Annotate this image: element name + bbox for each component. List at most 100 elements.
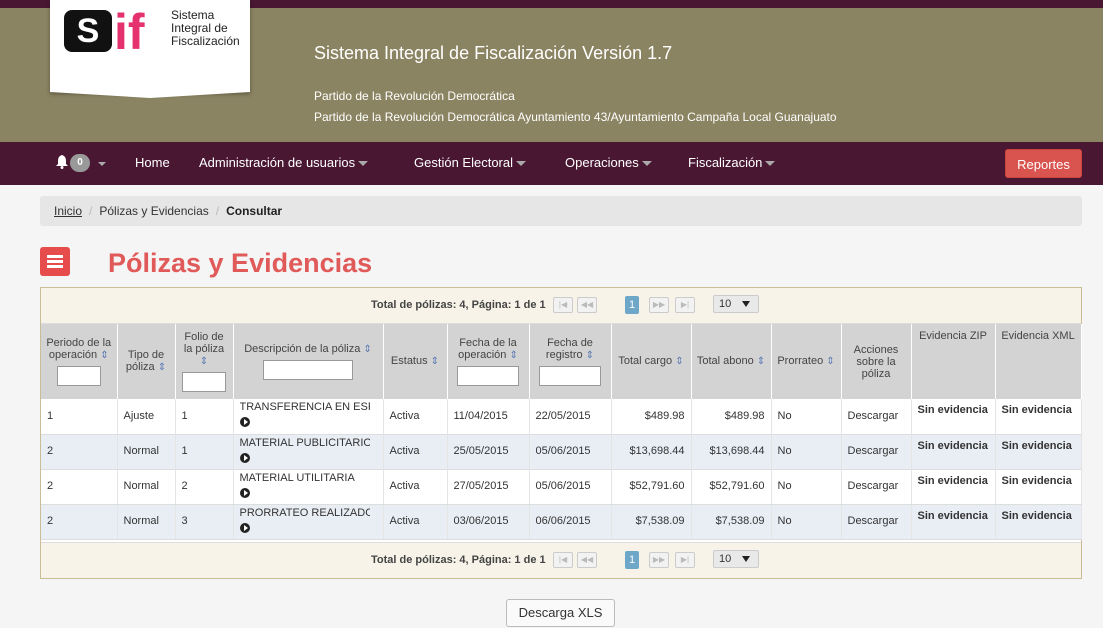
- cell-descripcion: MATERIAL PUBLICITARIO: [233, 434, 384, 470]
- cell-total-abono: $13,698.44: [691, 434, 772, 470]
- logo-card[interactable]: S if Sistema Integral de Fiscalización: [50, 0, 250, 98]
- play-circle-icon[interactable]: [239, 417, 250, 428]
- first-page-button[interactable]: |◀: [553, 552, 573, 568]
- nav-home[interactable]: Home: [135, 155, 170, 171]
- cell-tipo: Normal: [117, 434, 176, 470]
- play-circle-icon[interactable]: [239, 452, 250, 463]
- party-name: Partido de la Revolución Democrática: [314, 89, 515, 103]
- col-folio[interactable]: Folio de la póliza ⇕: [175, 324, 234, 399]
- nav-gestion-electoral[interactable]: Gestión Electoral: [414, 155, 526, 171]
- sort-icon[interactable]: ⇕: [200, 356, 208, 367]
- prev-page-button[interactable]: ◀◀: [577, 297, 597, 313]
- cell-estatus: Activa: [383, 504, 448, 540]
- current-page-button[interactable]: 1: [625, 551, 639, 569]
- cell-folio: 3: [175, 504, 234, 540]
- table-row[interactable]: 2 Normal 3 PRORRATEO REALIZADO PO Activa…: [41, 504, 1082, 540]
- pager-info: Total de pólizas: 4, Página: 1 de 1: [371, 299, 546, 311]
- col-total-cargo[interactable]: Total cargo ⇕: [611, 324, 692, 399]
- nav-fiscalizacion[interactable]: Fiscalización: [688, 155, 776, 171]
- descargar-link[interactable]: Descargar: [841, 469, 912, 505]
- main-navbar: 0 Home Administración de usuarios Gestió…: [0, 142, 1103, 185]
- col-descripcion[interactable]: Descripción de la póliza ⇕: [233, 324, 384, 399]
- filter-folio-input[interactable]: [182, 372, 226, 392]
- prev-page-button[interactable]: ◀◀: [577, 552, 597, 568]
- sort-icon[interactable]: ⇕: [510, 350, 518, 361]
- last-page-button[interactable]: ▶|: [675, 297, 695, 313]
- filter-periodo-input[interactable]: [56, 366, 101, 386]
- pager-info: Total de pólizas: 4, Página: 1 de 1: [371, 554, 546, 566]
- party-context: Partido de la Revolución Democrática Ayu…: [314, 110, 837, 124]
- logo-if-icon: if: [114, 4, 145, 60]
- nav-operaciones[interactable]: Operaciones: [565, 155, 652, 171]
- sort-icon[interactable]: ⇕: [675, 356, 683, 367]
- breadcrumb-section: Pólizas y Evidencias: [99, 204, 209, 218]
- descargar-link[interactable]: Descargar: [841, 399, 912, 435]
- cell-evidencia-xml: Sin evidencia: [995, 469, 1082, 505]
- last-page-button[interactable]: ▶|: [675, 552, 695, 568]
- breadcrumb-inicio-link[interactable]: Inicio: [54, 204, 82, 218]
- page-size-value: 10: [719, 553, 732, 565]
- system-title: Sistema Integral de Fiscalización Versió…: [314, 43, 673, 63]
- cell-descripcion: PRORRATEO REALIZADO PO: [233, 504, 384, 540]
- sort-icon[interactable]: ⇕: [826, 356, 834, 367]
- bell-icon[interactable]: [56, 155, 68, 169]
- cell-periodo: 2: [41, 434, 118, 470]
- table-row[interactable]: 2 Normal 2 MATERIAL UTILITARIA Activa 27…: [41, 469, 1082, 505]
- cell-evidencia-xml: Sin evidencia: [995, 504, 1082, 540]
- chevron-down-icon[interactable]: [98, 162, 106, 166]
- table-row[interactable]: 2 Normal 1 MATERIAL PUBLICITARIO Activa …: [41, 434, 1082, 470]
- next-page-button[interactable]: ▶▶: [649, 297, 669, 313]
- sort-icon[interactable]: ⇕: [757, 356, 765, 367]
- play-circle-icon[interactable]: [239, 522, 250, 533]
- cell-evidencia-xml: Sin evidencia: [995, 434, 1082, 470]
- page-size-select[interactable]: 10: [713, 295, 759, 313]
- col-prorrateo[interactable]: Prorrateo ⇕: [771, 324, 842, 399]
- col-total-abono[interactable]: Total abono ⇕: [691, 324, 772, 399]
- cell-folio: 1: [175, 434, 234, 470]
- col-evidencia-zip: Evidencia ZIP: [911, 324, 996, 399]
- first-page-button[interactable]: |◀: [553, 297, 573, 313]
- col-fecha-operacion-label: Fecha de la operación: [458, 337, 517, 361]
- chevron-down-icon: [641, 161, 652, 167]
- sort-icon[interactable]: ⇕: [158, 362, 166, 373]
- table-header-row: Periodo de la operación ⇕ Tipo de póliza…: [41, 324, 1082, 399]
- cell-estatus: Activa: [383, 399, 448, 435]
- col-acciones-label: Acciones sobre la póliza: [853, 343, 899, 380]
- page-size-value: 10: [719, 298, 732, 310]
- chevron-down-icon: [742, 301, 750, 307]
- cell-evidencia-zip: Sin evidencia: [911, 434, 996, 470]
- col-estatus[interactable]: Estatus ⇕: [383, 324, 448, 399]
- page-size-select[interactable]: 10: [713, 550, 759, 568]
- col-fecha-registro[interactable]: Fecha de registro ⇕: [529, 324, 612, 399]
- col-tipo[interactable]: Tipo de póliza ⇕: [117, 324, 176, 399]
- filter-fecha-registro-input[interactable]: [539, 366, 601, 386]
- notification-badge[interactable]: 0: [70, 154, 90, 172]
- logo-mark-icon: S: [64, 10, 112, 52]
- col-fecha-operacion[interactable]: Fecha de la operación ⇕: [447, 324, 530, 399]
- cell-descripcion: TRANSFERENCIA EN ESPECIE: [233, 399, 384, 435]
- nav-admin-usuarios[interactable]: Administración de usuarios: [199, 155, 369, 171]
- cell-prorrateo: No: [771, 469, 842, 505]
- play-circle-icon[interactable]: [239, 487, 250, 498]
- chevron-down-icon: [742, 556, 750, 562]
- next-page-button[interactable]: ▶▶: [649, 552, 669, 568]
- reportes-button[interactable]: Reportes: [1005, 149, 1082, 178]
- cell-tipo: Ajuste: [117, 399, 176, 435]
- sort-icon[interactable]: ⇕: [100, 350, 108, 361]
- cell-estatus: Activa: [383, 469, 448, 505]
- filter-fecha-operacion-input[interactable]: [457, 366, 519, 386]
- filter-descripcion-input[interactable]: [263, 360, 353, 380]
- download-xls-button[interactable]: Descarga XLS: [506, 599, 615, 627]
- col-periodo[interactable]: Periodo de la operación ⇕: [41, 324, 118, 399]
- table-row[interactable]: 1 Ajuste 1 TRANSFERENCIA EN ESPECIE Acti…: [41, 399, 1082, 435]
- polizas-grid: Total de pólizas: 4, Página: 1 de 1 |◀ ◀…: [40, 287, 1082, 579]
- chevron-down-icon: [358, 161, 369, 167]
- current-page-button[interactable]: 1: [625, 296, 639, 314]
- descargar-link[interactable]: Descargar: [841, 434, 912, 470]
- descargar-link[interactable]: Descargar: [841, 504, 912, 540]
- sort-icon[interactable]: ⇕: [363, 344, 371, 355]
- sort-icon[interactable]: ⇕: [586, 350, 594, 361]
- sort-icon[interactable]: ⇕: [431, 356, 439, 367]
- cell-evidencia-zip: Sin evidencia: [911, 399, 996, 435]
- hamburger-menu-icon[interactable]: [40, 247, 70, 276]
